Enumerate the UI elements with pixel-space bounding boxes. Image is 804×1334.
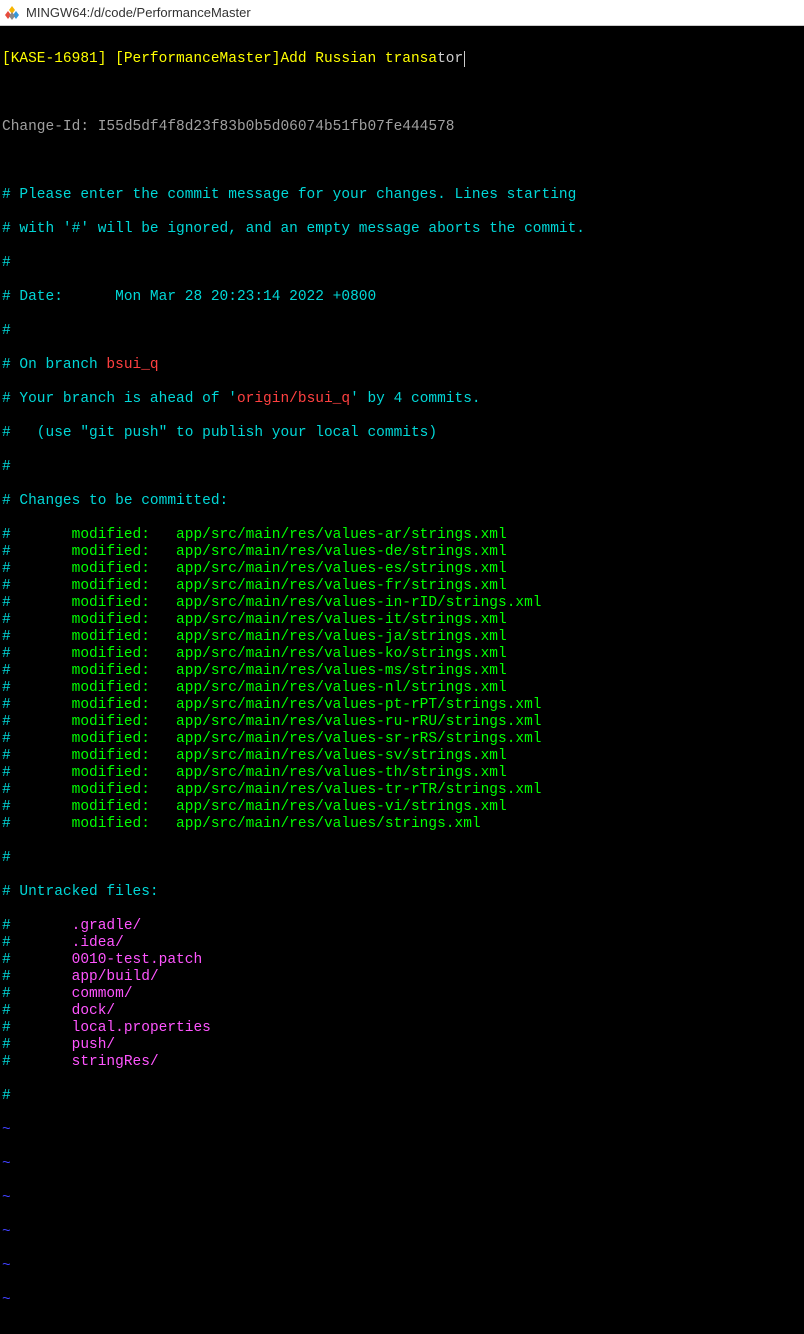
untracked-file-line: # commom/ [2, 986, 802, 1003]
cursor-icon [464, 51, 465, 67]
blank-line [2, 85, 802, 102]
change-id-line: Change-Id: I55d5df4f8d23f83b0b5d06074b51… [2, 119, 802, 136]
blank-line [2, 153, 802, 170]
modified-file-line: # modified: app/src/main/res/values-sr-r… [2, 731, 802, 748]
modified-file-line: # modified: app/src/main/res/values-it/s… [2, 612, 802, 629]
terminal-editor[interactable]: [KASE-16981] [PerformanceMaster]Add Russ… [0, 26, 804, 1334]
push-hint-line: # (use "git push" to publish your local … [2, 425, 802, 442]
tilde-line: ~ [2, 1122, 802, 1139]
changes-header: # Changes to be committed: [2, 493, 802, 510]
hash-line: # [2, 255, 802, 272]
modified-file-line: # modified: app/src/main/res/values-ms/s… [2, 663, 802, 680]
app-icon [4, 5, 20, 21]
modified-file-line: # modified: app/src/main/res/values-fr/s… [2, 578, 802, 595]
modified-file-line: # modified: app/src/main/res/values-sv/s… [2, 748, 802, 765]
hash-line: # [2, 850, 802, 867]
date-line: # Date: Mon Mar 28 20:23:14 2022 +0800 [2, 289, 802, 306]
modified-file-line: # modified: app/src/main/res/values-es/s… [2, 561, 802, 578]
modified-file-line: # modified: app/src/main/res/values-th/s… [2, 765, 802, 782]
hash-line: # [2, 1088, 802, 1105]
modified-file-line: # modified: app/src/main/res/values-de/s… [2, 544, 802, 561]
untracked-file-line: # push/ [2, 1037, 802, 1054]
modified-file-list: # modified: app/src/main/res/values-ar/s… [2, 527, 802, 833]
tilde-line: ~ [2, 1190, 802, 1207]
untracked-file-line: # app/build/ [2, 969, 802, 986]
untracked-file-line: # dock/ [2, 1003, 802, 1020]
untracked-file-line: # local.properties [2, 1020, 802, 1037]
instruction-line: # with '#' will be ignored, and an empty… [2, 221, 802, 238]
untracked-file-line: # stringRes/ [2, 1054, 802, 1071]
modified-file-line: # modified: app/src/main/res/values-in-r… [2, 595, 802, 612]
instruction-line: # Please enter the commit message for yo… [2, 187, 802, 204]
modified-file-line: # modified: app/src/main/res/values-tr-r… [2, 782, 802, 799]
tilde-line: ~ [2, 1258, 802, 1275]
modified-file-line: # modified: app/src/main/res/values-pt-r… [2, 697, 802, 714]
hash-line: # [2, 459, 802, 476]
untracked-file-line: # .gradle/ [2, 918, 802, 935]
branch-line: # On branch bsui_q [2, 357, 802, 374]
modified-file-line: # modified: app/src/main/res/values-ru-r… [2, 714, 802, 731]
commit-subject-line[interactable]: [KASE-16981] [PerformanceMaster]Add Russ… [2, 51, 802, 68]
untracked-file-list: # .gradle/# .idea/# 0010-test.patch# app… [2, 918, 802, 1071]
tilde-line: ~ [2, 1292, 802, 1309]
tilde-line: ~ [2, 1224, 802, 1241]
window-title-bar: MINGW64:/d/code/PerformanceMaster [0, 0, 804, 26]
modified-file-line: # modified: app/src/main/res/values-ja/s… [2, 629, 802, 646]
branch-ahead-line: # Your branch is ahead of 'origin/bsui_q… [2, 391, 802, 408]
modified-file-line: # modified: app/src/main/res/values-ko/s… [2, 646, 802, 663]
untracked-header: # Untracked files: [2, 884, 802, 901]
window-title: MINGW64:/d/code/PerformanceMaster [26, 5, 251, 20]
modified-file-line: # modified: app/src/main/res/values-vi/s… [2, 799, 802, 816]
untracked-file-line: # .idea/ [2, 935, 802, 952]
modified-file-line: # modified: app/src/main/res/values-nl/s… [2, 680, 802, 697]
modified-file-line: # modified: app/src/main/res/values-ar/s… [2, 527, 802, 544]
hash-line: # [2, 323, 802, 340]
tilde-line: ~ [2, 1156, 802, 1173]
modified-file-line: # modified: app/src/main/res/values/stri… [2, 816, 802, 833]
untracked-file-line: # 0010-test.patch [2, 952, 802, 969]
